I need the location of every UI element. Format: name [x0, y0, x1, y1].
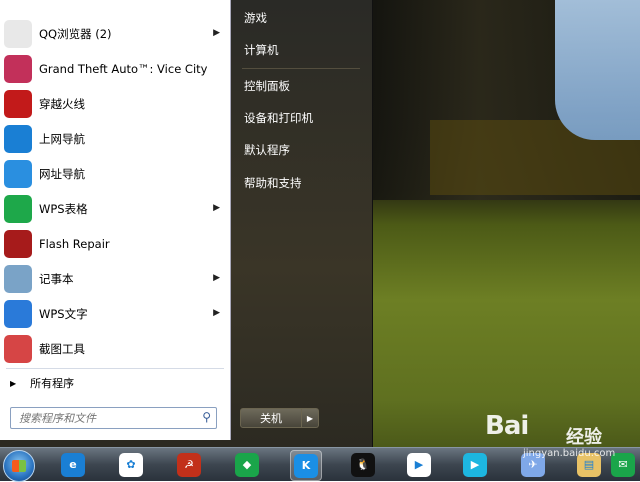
submenu-arrow-icon[interactable]: ▶ — [213, 28, 220, 38]
green-app-taskbar-button[interactable]: ◆ — [232, 450, 262, 479]
program-label: WPS文字 — [39, 307, 88, 321]
separator — [6, 368, 224, 369]
program-item[interactable]: 上网导航 — [0, 122, 230, 156]
search-input[interactable] — [17, 410, 191, 426]
link-computer[interactable]: 计算机 — [244, 42, 279, 58]
program-label: QQ浏览器 (2) — [39, 27, 112, 41]
internet-explorer-taskbar-button[interactable]: e — [58, 450, 88, 479]
game-taskbar-button[interactable]: ☭ — [174, 450, 204, 479]
shutdown-options-arrow-icon[interactable]: ▶ — [302, 408, 319, 428]
internet-explorer-icon: e — [61, 452, 85, 477]
link-devices-printers[interactable]: 设备和打印机 — [244, 110, 313, 126]
wps-writer-icon — [4, 300, 32, 328]
all-programs-label: 所有程序 — [30, 377, 75, 390]
program-label: Grand Theft Auto™: Vice City — [39, 62, 208, 76]
link-control-panel[interactable]: 控制面板 — [244, 78, 290, 94]
start-menu-links-pane: 游戏 计算机 控制面板 设备和打印机 默认程序 帮助和支持 — [232, 0, 372, 440]
player-figure — [555, 0, 640, 140]
start-menu-programs-pane: ▶ 所有程序 ⚲ QQ浏览器 (2) ▶ Grand Theft Auto™: Vi… — [0, 0, 231, 440]
youku-icon: ▶ — [407, 452, 431, 477]
submenu-arrow-icon[interactable]: ▶ — [213, 203, 220, 213]
program-item[interactable]: 穿越火线 — [0, 87, 230, 121]
shutdown-button[interactable]: 关机 — [240, 408, 302, 428]
ie-navigation-icon — [4, 125, 32, 153]
program-label: 记事本 — [39, 272, 74, 286]
triangle-right-icon: ▶ — [10, 378, 17, 388]
game-icon: ☭ — [177, 452, 201, 477]
link-games[interactable]: 游戏 — [244, 10, 267, 26]
program-label: 截图工具 — [39, 342, 85, 356]
start-menu: ▶ 所有程序 ⚲ QQ浏览器 (2) ▶ Grand Theft Auto™: Vi… — [0, 0, 373, 447]
program-item[interactable]: Grand Theft Auto™: Vice City — [0, 52, 230, 86]
snipping-tool-icon — [4, 335, 32, 363]
baidu-watermark: Bai — [485, 411, 529, 441]
all-programs-button[interactable]: ▶ 所有程序 — [0, 370, 230, 396]
ie-url-navigation-icon — [4, 160, 32, 188]
program-item[interactable]: Flash Repair — [0, 227, 230, 261]
program-label: WPS表格 — [39, 202, 88, 216]
search-box[interactable]: ⚲ — [10, 407, 217, 429]
k-app-taskbar-button[interactable]: K — [290, 450, 322, 481]
program-item[interactable]: QQ浏览器 (2) ▶ — [0, 17, 230, 51]
program-label: 上网导航 — [39, 132, 85, 146]
baidu-watermark-jingyan: 经验 — [566, 427, 602, 448]
program-item[interactable]: 记事本 ▶ — [0, 262, 230, 296]
submenu-arrow-icon[interactable]: ▶ — [213, 308, 220, 318]
flash-icon — [4, 230, 32, 258]
shutdown-group: 关机 ▶ — [240, 408, 320, 428]
program-item[interactable]: 网址导航 — [0, 157, 230, 191]
youku-taskbar-button[interactable]: ▶ — [404, 450, 434, 479]
program-item[interactable]: WPS文字 ▶ — [0, 297, 230, 331]
crossfire-icon — [4, 90, 32, 118]
link-help-support[interactable]: 帮助和支持 — [244, 175, 302, 191]
program-label: 穿越火线 — [39, 97, 85, 111]
link-default-programs[interactable]: 默认程序 — [244, 142, 290, 158]
gta-vice-city-icon — [4, 55, 32, 83]
qq-taskbar-button[interactable]: 🐧 — [348, 450, 378, 479]
program-item[interactable]: WPS表格 ▶ — [0, 192, 230, 226]
qq-icon: 🐧 — [351, 452, 375, 477]
start-button[interactable] — [3, 450, 35, 482]
baidu-watermark-url: jingyan.baidu.com — [523, 448, 616, 459]
program-item[interactable]: 截图工具 — [0, 332, 230, 366]
windows-logo-icon — [12, 460, 26, 472]
video-player-taskbar-button[interactable]: ▶ — [460, 450, 490, 479]
program-label: Flash Repair — [39, 237, 110, 251]
video-player-icon: ▶ — [463, 452, 487, 477]
notepad-icon — [4, 265, 32, 293]
search-icon[interactable]: ⚲ — [202, 410, 211, 424]
qq-browser-icon — [4, 20, 32, 48]
program-label: 网址导航 — [39, 167, 85, 181]
baidu-netdisk-icon: ✿ — [119, 452, 143, 477]
green-app-icon: ◆ — [235, 452, 259, 477]
k-app-icon: K — [294, 453, 318, 478]
baidu-netdisk-taskbar-button[interactable]: ✿ — [116, 450, 146, 479]
wps-spreadsheet-icon — [4, 195, 32, 223]
submenu-arrow-icon[interactable]: ▶ — [213, 273, 220, 283]
separator — [242, 68, 360, 69]
